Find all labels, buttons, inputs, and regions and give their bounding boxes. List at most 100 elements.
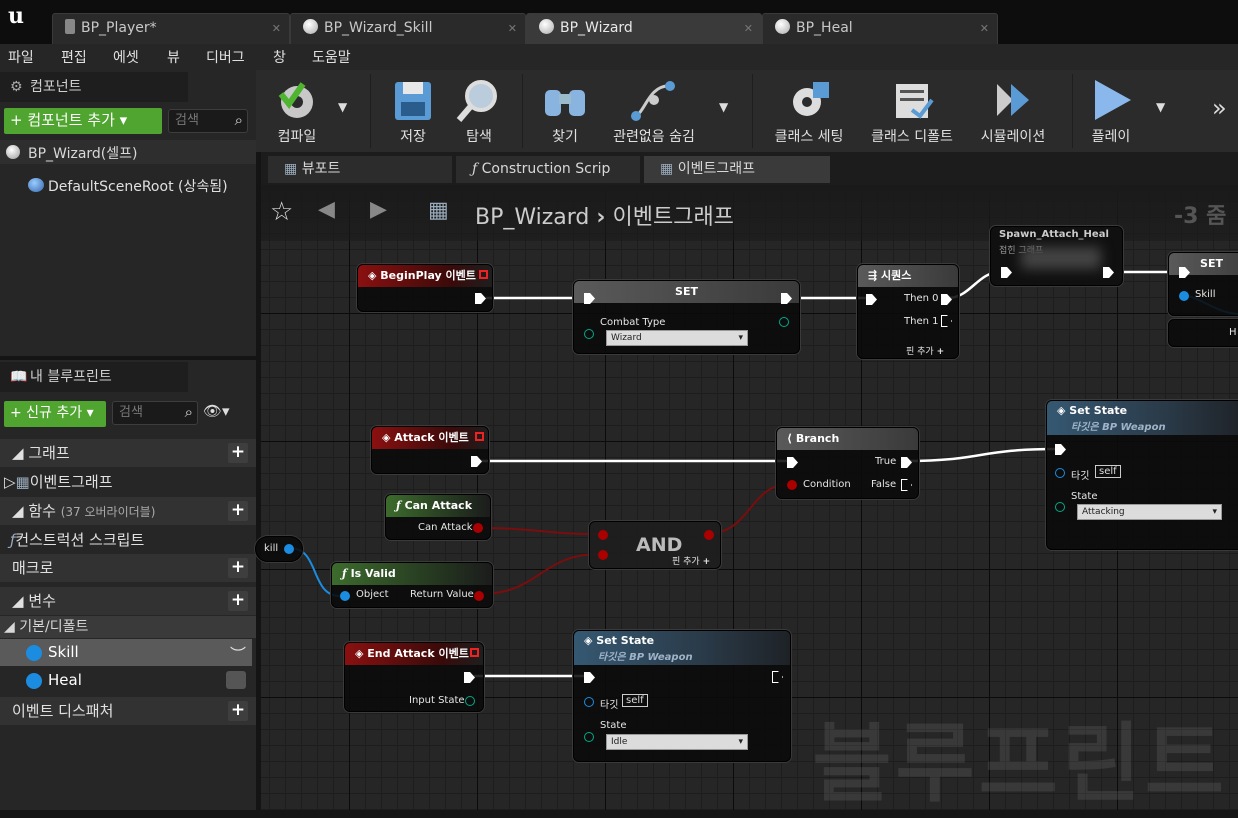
node-title: Attack 이벤트 <box>394 431 469 444</box>
exec-out-pin[interactable] <box>772 671 783 683</box>
enum-pin[interactable] <box>584 329 594 339</box>
pin-label: 타깃 <box>1071 471 1090 482</box>
node-can-attack[interactable]: ƒ Can Attack Can Attack <box>385 494 491 540</box>
node-beginplay-event[interactable]: ◈ BeginPlay 이벤트 <box>357 264 493 312</box>
node-is-valid[interactable]: ƒ Is Valid Object Return Value <box>331 562 493 608</box>
favorite-star-icon[interactable]: ☆ <box>270 197 293 227</box>
node-set-skill[interactable]: SET Skill <box>1168 252 1238 316</box>
node-set-state-attacking[interactable]: ◈ Set State 타깃은 BP Weapon 타깃 self State A… <box>1046 400 1238 550</box>
node-header: ◈ End Attack 이벤트 <box>345 643 483 665</box>
node-header: ƒ Can Attack <box>386 495 490 517</box>
node-title: kill <box>264 543 279 554</box>
delegate-pin-icon[interactable] <box>475 432 484 441</box>
node-collapsed-spawn-attach-heal[interactable]: Spawn_Attach_Heal 접힌 그래프 <box>990 226 1123 286</box>
node-header: ◈ Set State 타깃은 BP Weapon <box>1047 401 1238 435</box>
exec-out-pin[interactable] <box>901 479 912 491</box>
plus-icon: + <box>936 347 945 357</box>
node-subtitle: 타깃은 BP Weapon <box>598 652 693 663</box>
object-out-pin[interactable] <box>284 544 294 554</box>
node-branch[interactable]: ⟨ Branch True Condition False <box>776 427 919 499</box>
function-diamond-icon: ◈ <box>584 634 597 647</box>
self-tag: self <box>622 694 648 707</box>
combat-type-dropdown[interactable]: Wizard ▾ <box>606 330 748 346</box>
pin-label: True <box>875 456 897 467</box>
exec-out-pin[interactable] <box>464 672 475 683</box>
node-title: End Attack 이벤트 <box>367 647 469 660</box>
add-pin-button[interactable]: 핀 추가 + <box>906 344 944 357</box>
back-arrow-icon[interactable]: ◀ <box>318 197 335 222</box>
pin-label: Return Value <box>410 589 474 600</box>
object-in-pin[interactable] <box>340 591 350 601</box>
bool-pin[interactable] <box>787 480 797 490</box>
object-pin[interactable] <box>1179 291 1189 301</box>
exec-out-pin[interactable] <box>1103 267 1114 278</box>
bool-out-pin[interactable] <box>704 530 714 540</box>
delegate-pin-icon[interactable] <box>470 648 479 657</box>
event-diamond-icon: ◈ <box>368 269 381 282</box>
node-set-combat-type[interactable]: SET Combat Type Wizard ▾ <box>573 280 800 354</box>
exec-in-pin[interactable] <box>1001 267 1012 278</box>
zoom-level: -3 줌 <box>1174 204 1227 229</box>
node-and[interactable]: AND 핀 추가 + <box>589 521 721 569</box>
function-icon: ƒ <box>342 567 351 580</box>
delegate-pin-icon[interactable] <box>479 270 488 279</box>
bool-wire <box>479 553 601 595</box>
target-pin[interactable] <box>1055 468 1065 478</box>
pin-label: Skill <box>1195 289 1216 300</box>
bool-in-pin[interactable] <box>598 530 608 540</box>
node-title: Set State <box>1069 404 1128 417</box>
exec-out-pin[interactable] <box>475 293 486 304</box>
enum-pin[interactable] <box>1055 502 1065 512</box>
node-title: H <box>1229 327 1237 338</box>
pin-label: Combat Type <box>600 317 666 328</box>
self-tag: self <box>1095 465 1121 478</box>
node-sequence[interactable]: ⇶ 시퀀스 Then 0 Then 1 핀 추가 + <box>857 264 959 359</box>
node-set-state-idle[interactable]: ◈ Set State 타깃은 BP Weapon 타깃 self State I… <box>573 630 791 762</box>
branch-icon: ⟨ <box>787 432 796 445</box>
pin-label: Input State <box>409 695 465 706</box>
breadcrumb-graph[interactable]: 이벤트그래프 <box>612 205 733 230</box>
dropdown-value: Wizard <box>611 333 642 343</box>
exec-out-pin[interactable] <box>941 294 952 305</box>
node-title: 시퀀스 <box>881 269 912 282</box>
add-pin-button[interactable]: 핀 추가 + <box>672 554 710 567</box>
node-header: ◈ BeginPlay 이벤트 <box>358 265 492 287</box>
chevron-down-icon: ▾ <box>738 737 743 747</box>
exec-out-pin[interactable] <box>471 456 482 467</box>
target-pin[interactable] <box>584 697 594 707</box>
exec-out-pin[interactable] <box>901 457 912 468</box>
state-dropdown[interactable]: Idle ▾ <box>606 734 748 750</box>
pin-label: 타깃 <box>600 700 619 711</box>
enum-out-pin[interactable] <box>465 696 475 706</box>
pin-label: False <box>871 479 897 490</box>
node-title: Set State <box>596 634 655 647</box>
exec-in-pin[interactable] <box>1055 444 1066 455</box>
enum-out-pin[interactable] <box>779 317 789 327</box>
breadcrumb-blueprint[interactable]: BP_Wizard <box>475 205 589 230</box>
state-dropdown[interactable]: Attacking ▾ <box>1077 504 1222 520</box>
exec-out-pin[interactable] <box>941 315 952 327</box>
forward-arrow-icon[interactable]: ▶ <box>370 197 387 222</box>
exec-in-pin[interactable] <box>866 294 877 305</box>
bool-out-pin[interactable] <box>474 591 484 601</box>
add-pin-label: 핀 추가 <box>672 557 700 567</box>
node-subtitle: 타깃은 BP Weapon <box>1071 422 1166 433</box>
bool-out-pin[interactable] <box>473 523 483 533</box>
dropdown-value: Idle <box>611 737 628 747</box>
node-skill-getter[interactable]: kill <box>255 536 303 562</box>
enum-pin[interactable] <box>584 732 594 742</box>
exec-in-pin[interactable] <box>787 457 798 468</box>
pin-label: Object <box>356 589 389 600</box>
node-attack-event[interactable]: ◈ Attack 이벤트 <box>371 426 489 474</box>
pin-label: Then 0 <box>904 293 939 304</box>
node-heal-getter[interactable]: H <box>1168 319 1238 347</box>
node-header: ◈ Set State 타깃은 BP Weapon <box>574 631 790 665</box>
event-diamond-icon: ◈ <box>355 647 368 660</box>
node-end-attack-event[interactable]: ◈ End Attack 이벤트 Input State <box>344 642 484 712</box>
exec-in-pin[interactable] <box>584 672 595 683</box>
bool-in-pin[interactable] <box>598 550 608 560</box>
node-header: ⇶ 시퀀스 <box>858 265 958 287</box>
node-title: SET <box>574 281 799 303</box>
node-title: Can Attack <box>404 499 473 512</box>
node-header: ⟨ Branch <box>777 428 918 450</box>
